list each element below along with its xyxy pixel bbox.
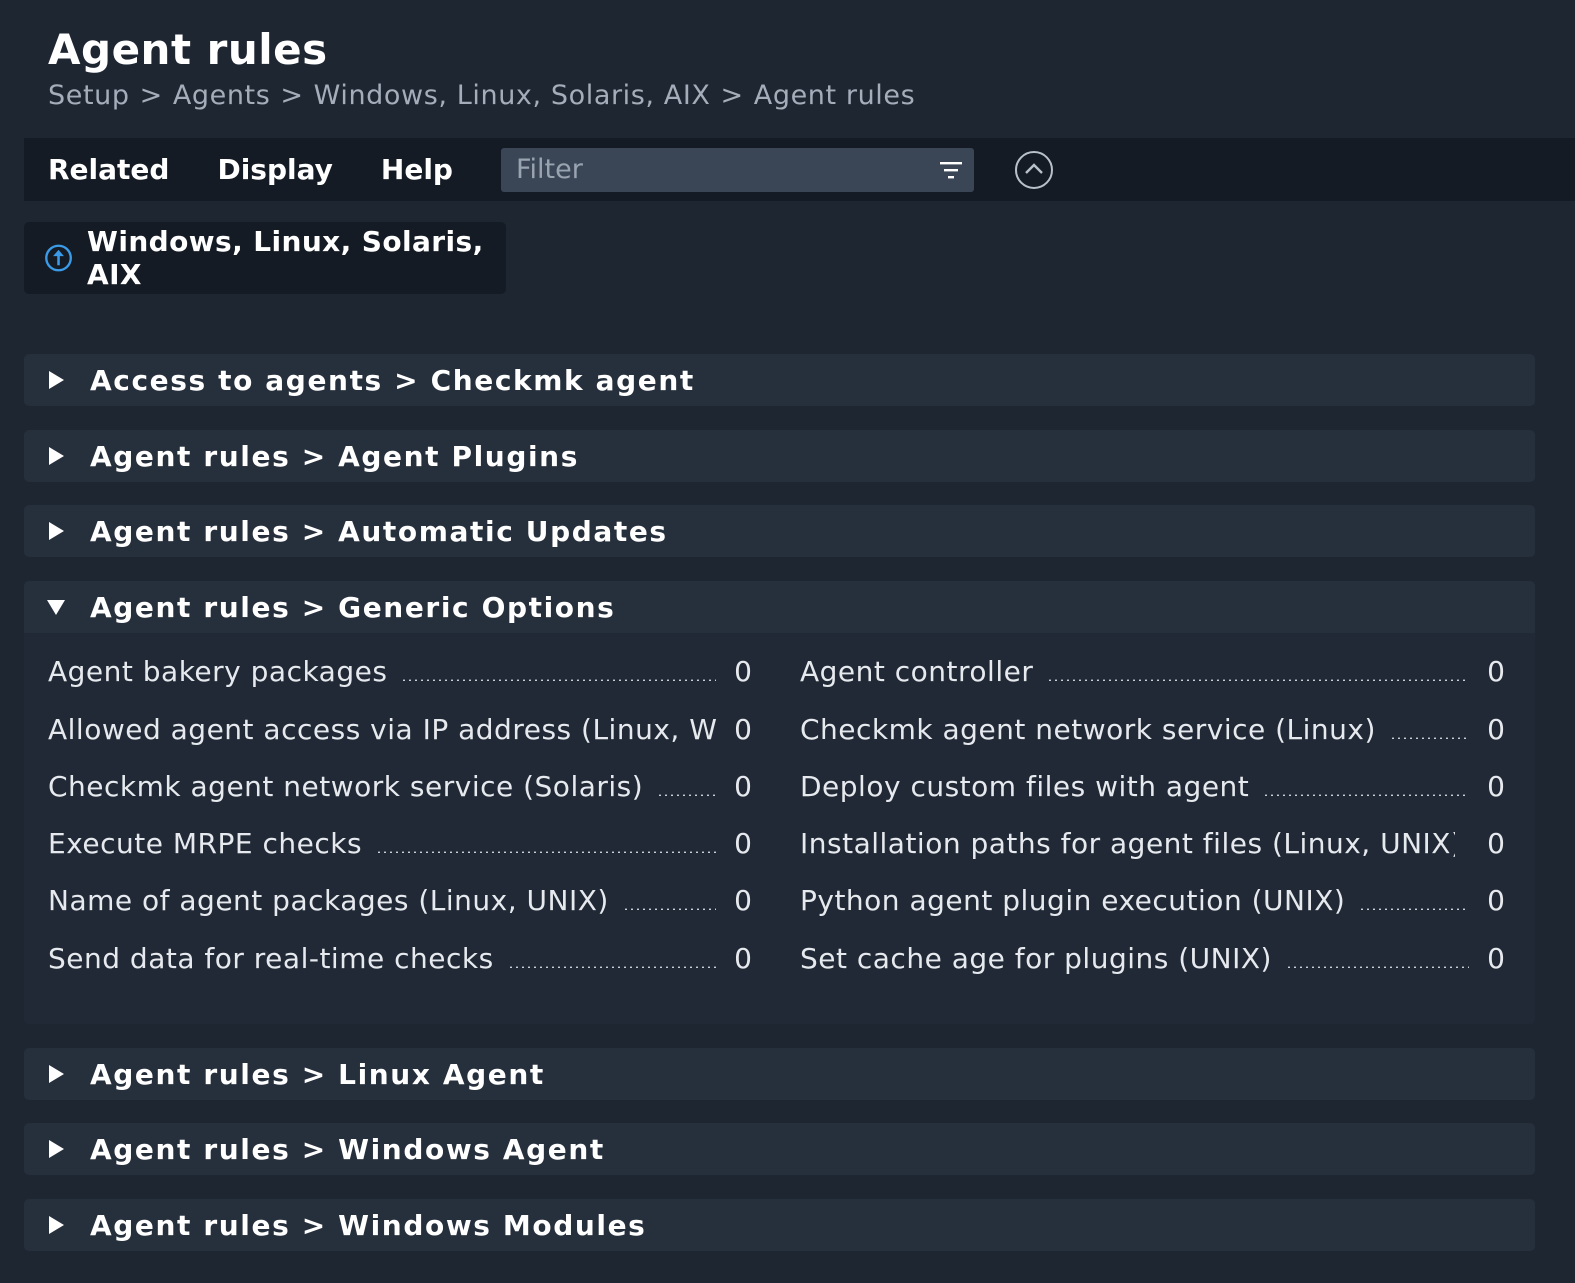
breadcrumb-item-agents[interactable]: Agents [173,80,271,111]
menu-related[interactable]: Related [48,153,169,186]
rule-count: 0 [734,941,752,975]
section-windows-modules: Agent rules > Windows Modules [24,1199,1535,1251]
rule-count: 0 [1487,654,1505,688]
rule-count: 0 [1487,826,1505,860]
page-header: Agent rules Setup > Agents > Windows, Linux,… [48,24,915,114]
rule-row[interactable]: Send data for real-time checks 0 [48,938,752,978]
rule-row[interactable]: Set cache age for plugins (UNIX) 0 [800,938,1505,978]
rule-row[interactable]: Agent controller 0 [800,651,1505,691]
rule-row[interactable]: Execute MRPE checks 0 [48,823,752,863]
section-toggle[interactable]: Agent rules > Automatic Updates [24,505,1535,557]
page-title: Agent rules [48,25,328,74]
section-title: Agent rules > Linux Agent [90,1057,545,1091]
section-generic-options: Agent rules > Generic Options Agent bake… [24,581,1535,1024]
section-agent-plugins: Agent rules > Agent Plugins [24,430,1535,482]
breadcrumb-separator: > [280,80,304,111]
section-toggle[interactable]: Agent rules > Linux Agent [24,1048,1535,1100]
breadcrumb: Setup > Agents > Windows, Linux, Solaris, AI… [48,78,915,114]
section-toggle[interactable]: Access to agents > Checkmk agent [24,354,1535,406]
rule-link[interactable]: Deploy custom files with agent [800,770,1249,803]
menu-help[interactable]: Help [381,153,453,186]
breadcrumb-item-setup[interactable]: Setup [48,80,130,111]
dot-leader [1263,794,1469,796]
rule-link[interactable]: Allowed agent access via IP address (Lin… [48,713,717,746]
rule-count: 0 [734,826,752,860]
rule-row[interactable]: Allowed agent access via IP address (Lin… [48,709,752,749]
filter-icon[interactable] [939,160,962,180]
back-button-label: Windows, Linux, Solaris, AIX [87,225,484,291]
dot-leader [376,851,716,853]
triangle-right-icon [49,522,64,540]
rule-link[interactable]: Checkmk agent network service (Solaris) [48,770,643,803]
rule-row[interactable]: Name of agent packages (Linux, UNIX) 0 [48,880,752,920]
dot-leader [1047,679,1469,681]
filter-box [500,147,974,192]
section-title: Access to agents > Checkmk agent [90,363,695,397]
triangle-right-icon [49,1140,64,1158]
arrow-up-circle-icon [45,244,72,272]
section-automatic-updates: Agent rules > Automatic Updates [24,505,1535,557]
section-title: Agent rules > Agent Plugins [90,439,579,473]
triangle-right-icon [49,447,64,465]
dot-leader [1389,737,1469,739]
rule-row[interactable]: Python agent plugin execution (UNIX) 0 [800,880,1505,920]
dot-leader [1359,908,1469,910]
rule-link[interactable]: Agent controller [800,655,1033,688]
back-to-platforms-button[interactable]: Windows, Linux, Solaris, AIX [24,222,506,294]
dot-leader [657,794,716,796]
section-title: Agent rules > Generic Options [90,590,616,624]
rule-link[interactable]: Python agent plugin execution (UNIX) [800,884,1345,917]
breadcrumb-separator: > [139,80,163,111]
breadcrumb-item-platforms[interactable]: Windows, Linux, Solaris, AIX [314,80,711,111]
section-windows-agent: Agent rules > Windows Agent [24,1123,1535,1175]
dot-leader [507,966,716,968]
section-toggle[interactable]: Agent rules > Windows Modules [24,1199,1535,1251]
filter-input[interactable] [500,154,921,185]
collapse-header-icon[interactable] [1014,150,1054,190]
rule-link[interactable]: Execute MRPE checks [48,827,362,860]
section-toggle[interactable]: Agent rules > Generic Options [24,581,1535,633]
section-title: Agent rules > Windows Modules [90,1208,647,1242]
rule-count: 0 [1487,941,1505,975]
rule-row[interactable]: Checkmk agent network service (Solaris) 0 [48,766,752,806]
page-menu-bar: Related Display Help [24,138,1575,201]
triangle-right-icon [49,1216,64,1234]
rule-row[interactable]: Deploy custom files with agent 0 [800,766,1505,806]
rule-link[interactable]: Name of agent packages (Linux, UNIX) [48,884,609,917]
menu-display[interactable]: Display [217,153,332,186]
rule-count: 0 [1487,712,1505,746]
rule-count: 0 [1487,769,1505,803]
section-access-checkmk-agent: Access to agents > Checkmk agent [24,354,1535,406]
section-toggle[interactable]: Agent rules > Windows Agent [24,1123,1535,1175]
triangle-down-icon [47,600,65,615]
rule-count: 0 [734,769,752,803]
rule-link[interactable]: Agent bakery packages [48,655,387,688]
rule-link[interactable]: Set cache age for plugins (UNIX) [800,942,1272,975]
dot-leader [401,679,716,681]
rule-link[interactable]: Send data for real-time checks [48,942,494,975]
rule-row[interactable]: Installation paths for agent files (Linu… [800,823,1505,863]
rule-row[interactable]: Agent bakery packages 0 [48,651,752,691]
rule-list: Agent bakery packages 0 Agent controller 0… [24,633,1535,975]
triangle-right-icon [49,371,64,389]
section-title: Agent rules > Automatic Updates [90,514,668,548]
breadcrumb-item-current: Agent rules [753,80,916,111]
rule-link[interactable]: Installation paths for agent files (Linu… [800,827,1455,860]
section-toggle[interactable]: Agent rules > Agent Plugins [24,430,1535,482]
section-title: Agent rules > Windows Agent [90,1132,605,1166]
dot-leader [1285,966,1469,968]
triangle-right-icon [49,1065,64,1083]
rule-count: 0 [734,654,752,688]
breadcrumb-separator: > [720,80,744,111]
rule-count: 0 [734,883,752,917]
rule-count: 0 [734,712,752,746]
rule-row[interactable]: Checkmk agent network service (Linux) 0 [800,709,1505,749]
section-linux-agent: Agent rules > Linux Agent [24,1048,1535,1100]
dot-leader [622,908,716,910]
rule-count: 0 [1487,883,1505,917]
rule-link[interactable]: Checkmk agent network service (Linux) [800,713,1376,746]
